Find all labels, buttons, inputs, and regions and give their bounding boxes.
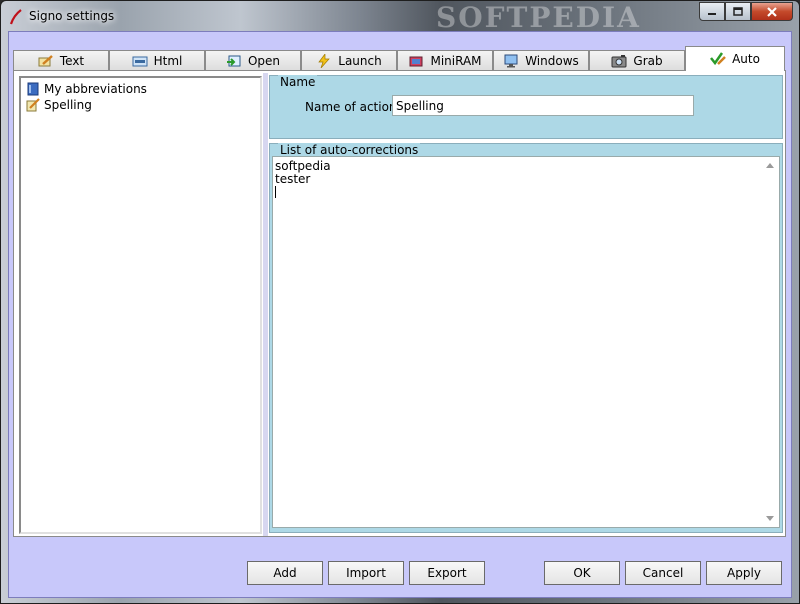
caret-line	[275, 186, 777, 199]
close-icon	[767, 6, 777, 17]
tab-miniram[interactable]: MiniRAM	[397, 50, 493, 71]
html-icon	[132, 56, 148, 67]
correction-line: tester	[275, 172, 311, 186]
tab-label: Auto	[732, 52, 760, 66]
tab-label: Text	[59, 54, 85, 68]
pencil-paper-icon	[38, 55, 53, 67]
ok-button[interactable]: OK	[544, 561, 620, 585]
vertical-scrollbar[interactable]	[763, 157, 779, 527]
tab-grab[interactable]: Grab	[589, 50, 685, 71]
tab-html[interactable]: Html	[109, 50, 205, 71]
tree-item-label: My abbreviations	[44, 82, 147, 96]
add-button[interactable]: Add	[247, 561, 323, 585]
signo-feather-icon	[9, 9, 22, 25]
name-group-legend: Name	[278, 75, 318, 89]
check-pencil-icon	[710, 52, 726, 66]
name-group: Name Name of action:	[269, 75, 783, 139]
camera-icon	[611, 55, 627, 68]
scroll-down-icon[interactable]	[766, 516, 774, 521]
book-icon	[27, 82, 39, 96]
notepad-pencil-icon	[26, 98, 40, 112]
tab-strip: Text Html Open Launch MiniRAM Windows Gr…	[13, 46, 787, 71]
export-button[interactable]: Export	[409, 561, 485, 585]
settings-window: Signo settings SOFTPEDIA Text Html Open …	[0, 0, 800, 604]
tab-launch[interactable]: Launch	[301, 50, 397, 71]
caption-buttons	[699, 2, 793, 21]
tree-item-spelling[interactable]: Spelling	[26, 97, 92, 113]
action-editor: Name Name of action: List of auto-correc…	[269, 75, 783, 535]
auto-corrections-group: List of auto-corrections softpedia teste…	[269, 143, 783, 533]
tab-auto[interactable]: Auto	[685, 46, 785, 71]
correction-line: softpedia	[275, 159, 331, 173]
tab-text[interactable]: Text	[13, 50, 109, 71]
apply-button[interactable]: Apply	[706, 561, 782, 585]
panel-splitter[interactable]	[263, 73, 268, 536]
maximize-button[interactable]	[725, 2, 751, 21]
tab-label: Grab	[633, 54, 663, 68]
abbreviations-tree[interactable]: My abbreviations Spelling	[19, 76, 262, 534]
scroll-up-icon[interactable]	[766, 163, 774, 168]
tab-label: Windows	[525, 54, 579, 68]
lightning-icon	[318, 54, 331, 68]
open-arrow-icon	[226, 55, 241, 67]
auto-corrections-legend: List of auto-corrections	[278, 143, 421, 157]
title-bar[interactable]: Signo settings SOFTPEDIA	[1, 1, 799, 34]
softpedia-watermark: SOFTPEDIA	[436, 1, 641, 34]
ram-chip-icon	[409, 56, 423, 67]
close-button[interactable]	[751, 2, 793, 21]
tab-windows[interactable]: Windows	[493, 50, 589, 71]
minimize-icon	[708, 12, 716, 15]
name-of-action-label: Name of action:	[305, 100, 401, 114]
tab-label: Launch	[338, 54, 382, 68]
tab-label: MiniRAM	[430, 54, 482, 68]
tab-label: Html	[153, 54, 183, 68]
import-button[interactable]: Import	[328, 561, 404, 585]
tree-item-my-abbreviations[interactable]: My abbreviations	[26, 81, 147, 97]
client-area: Text Html Open Launch MiniRAM Windows Gr…	[8, 31, 792, 598]
monitor-icon	[504, 54, 518, 68]
tab-open[interactable]: Open	[205, 50, 301, 71]
auto-tab-panel: My abbreviations Spelling Name Name of a…	[13, 70, 786, 537]
tree-item-label: Spelling	[44, 98, 92, 112]
minimize-button[interactable]	[699, 2, 725, 21]
text-caret	[275, 186, 276, 198]
maximize-icon	[733, 7, 743, 16]
cancel-button[interactable]: Cancel	[625, 561, 701, 585]
name-of-action-input[interactable]	[392, 95, 694, 116]
tab-label: Open	[247, 54, 281, 68]
auto-corrections-textarea[interactable]: softpedia tester	[272, 156, 780, 528]
window-title: Signo settings	[29, 9, 115, 23]
